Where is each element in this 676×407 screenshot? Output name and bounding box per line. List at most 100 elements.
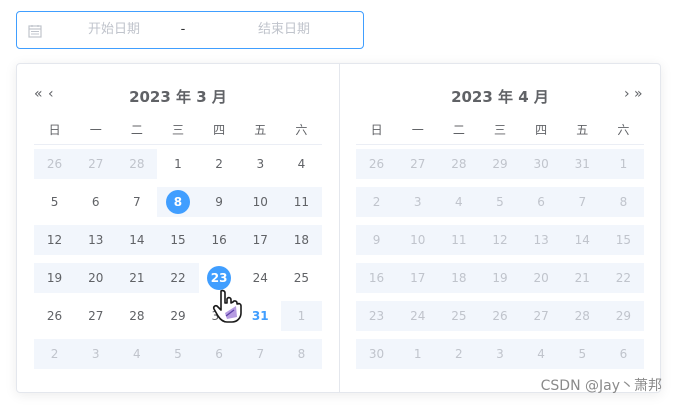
day-cell[interactable]: 22 xyxy=(157,259,199,297)
day-cell[interactable]: 1 xyxy=(280,297,322,335)
day-cell[interactable]: 1 xyxy=(602,145,644,184)
day-cell[interactable]: 3 xyxy=(240,145,281,184)
day-cell[interactable]: 21 xyxy=(561,259,603,297)
day-number: 28 xyxy=(451,157,467,171)
day-cell[interactable]: 4 xyxy=(520,335,562,373)
next-month-icon[interactable]: › xyxy=(624,86,629,102)
day-number: 5 xyxy=(174,347,182,361)
day-cell[interactable]: 11 xyxy=(280,183,322,221)
day-cell[interactable]: 27 xyxy=(75,145,117,184)
day-cell[interactable]: 26 xyxy=(479,297,521,335)
prev-month-icon[interactable]: ‹ xyxy=(48,86,53,102)
day-cell[interactable]: 25 xyxy=(281,259,322,297)
day-cell[interactable]: 14 xyxy=(561,221,603,259)
day-cell[interactable]: 9 xyxy=(356,221,398,259)
day-cell[interactable]: 12 xyxy=(34,221,76,259)
day-cell[interactable]: 13 xyxy=(75,221,117,259)
day-cell[interactable]: 10 xyxy=(397,221,439,259)
day-cell[interactable]: 7 xyxy=(239,335,281,373)
day-cell[interactable]: 2 xyxy=(34,335,76,373)
day-cell[interactable]: 28 xyxy=(438,145,480,184)
day-cell[interactable]: 23 xyxy=(356,297,398,335)
day-cell[interactable]: 5 xyxy=(34,183,75,221)
day-number: 15 xyxy=(170,233,186,247)
day-cell[interactable]: 19 xyxy=(479,259,521,297)
day-cell[interactable]: 1 xyxy=(397,335,439,373)
day-cell[interactable]: 12 xyxy=(479,221,521,259)
day-cell[interactable]: 22 xyxy=(602,259,644,297)
day-cell[interactable]: 27 xyxy=(75,297,116,335)
day-cell[interactable]: 20 xyxy=(75,259,117,297)
day-cell[interactable]: 28 xyxy=(116,145,158,184)
day-number: 28 xyxy=(574,309,590,323)
prev-year-icon[interactable]: « xyxy=(34,86,42,102)
day-cell[interactable]: 3 xyxy=(75,335,117,373)
day-cell[interactable]: 16 xyxy=(198,221,240,259)
day-cell[interactable]: 16 xyxy=(356,259,398,297)
day-cell[interactable]: 29 xyxy=(157,297,198,335)
day-cell[interactable]: 4 xyxy=(116,335,158,373)
day-cell[interactable]: 13 xyxy=(520,221,562,259)
day-cell[interactable]: 2 xyxy=(438,335,480,373)
end-date-field[interactable]: 结束日期 xyxy=(239,12,329,48)
day-cell[interactable]: 19 xyxy=(34,259,76,297)
day-cell[interactable]: 26 xyxy=(34,297,75,335)
day-cell[interactable]: 10 xyxy=(239,183,281,221)
day-cell[interactable]: 1 xyxy=(157,145,198,184)
day-cell[interactable]: 28 xyxy=(116,297,157,335)
day-number: 3 xyxy=(413,195,422,209)
day-cell[interactable]: 6 xyxy=(75,183,116,221)
day-cell[interactable]: 18 xyxy=(280,221,322,259)
day-number: 19 xyxy=(46,271,63,285)
day-cell[interactable]: 2 xyxy=(199,145,240,184)
day-cell[interactable]: 15 xyxy=(157,221,199,259)
day-cell[interactable]: 15 xyxy=(602,221,644,259)
next-year-icon[interactable]: » xyxy=(634,86,642,102)
day-cell[interactable]: 24 xyxy=(240,259,281,297)
day-cell[interactable]: 9 xyxy=(198,183,240,221)
day-cell[interactable]: 4 xyxy=(281,145,322,184)
day-cell[interactable]: 21 xyxy=(116,259,158,297)
day-cell[interactable]: 8 xyxy=(280,335,322,373)
day-number: 1 xyxy=(174,157,182,171)
day-cell[interactable]: 7 xyxy=(116,183,157,221)
day-cell[interactable]: 3 xyxy=(397,183,439,221)
day-cell[interactable]: 17 xyxy=(397,259,439,297)
day-cell[interactable]: 2 xyxy=(356,183,398,221)
day-cell[interactable]: 31 xyxy=(561,145,603,184)
date-range-input[interactable]: 开始日期 - 结束日期 xyxy=(16,11,364,49)
day-cell[interactable]: 25 xyxy=(438,297,480,335)
day-cell[interactable]: 11 xyxy=(438,221,480,259)
day-cell[interactable]: 20 xyxy=(520,259,562,297)
day-cell[interactable]: 5 xyxy=(157,335,199,373)
day-cell[interactable]: 29 xyxy=(479,145,521,184)
range-separator: - xyxy=(180,22,186,37)
day-cell[interactable]: 24 xyxy=(397,297,439,335)
day-cell[interactable]: 17 xyxy=(239,221,281,259)
day-cell[interactable]: 14 xyxy=(116,221,158,259)
day-cell[interactable]: 5 xyxy=(561,335,603,373)
day-cell[interactable]: 4 xyxy=(438,183,480,221)
day-cell[interactable]: 28 xyxy=(561,297,603,335)
day-cell[interactable]: 6 xyxy=(198,335,240,373)
panel-divider xyxy=(339,64,340,392)
start-date-field[interactable]: 开始日期 xyxy=(69,12,159,48)
range-start-day[interactable]: 8 xyxy=(157,183,199,221)
day-number: 20 xyxy=(88,271,104,285)
day-cell[interactable]: 30 xyxy=(520,145,562,184)
day-cell[interactable]: 5 xyxy=(479,183,521,221)
day-cell[interactable]: 27 xyxy=(520,297,562,335)
today-day[interactable]: 31 xyxy=(240,297,281,335)
right-month-grid: 日一二三四五六 26 27 28 29 30 31 1 2 3 4 5 6 7 8 9 10 11 12 13 14 1… xyxy=(356,114,644,373)
day-cell[interactable]: 8 xyxy=(602,183,644,221)
day-cell[interactable]: 18 xyxy=(438,259,480,297)
day-cell[interactable]: 27 xyxy=(397,145,439,184)
day-cell[interactable]: 6 xyxy=(520,183,562,221)
day-cell[interactable]: 26 xyxy=(356,145,398,184)
day-cell[interactable]: 6 xyxy=(602,335,644,373)
day-cell[interactable]: 3 xyxy=(479,335,521,373)
day-cell[interactable]: 26 xyxy=(34,145,76,184)
day-cell[interactable]: 30 xyxy=(356,335,398,373)
day-cell[interactable]: 7 xyxy=(561,183,603,221)
day-cell[interactable]: 29 xyxy=(602,297,644,335)
